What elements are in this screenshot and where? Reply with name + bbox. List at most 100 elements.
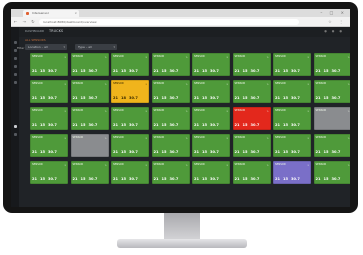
sidebar-grid-icon[interactable]: [13, 125, 17, 128]
sensor-card[interactable]: SENSOR ⌁ 21 15 30.7: [30, 80, 68, 103]
sensor-value-2: 15: [161, 69, 167, 73]
signal-icon: ⌁: [104, 109, 107, 113]
sensor-value-3: 30.7: [331, 69, 341, 73]
sensor-card[interactable]: SENSOR ⌁ 21 15 30.7: [30, 134, 68, 157]
sensor-card[interactable]: SENSOR ⌁ 21 15 30.7: [232, 134, 271, 157]
sensor-card[interactable]: SENSOR ⌁ 21 15 30.7: [273, 107, 311, 130]
sensor-card[interactable]: SENSOR ⌁ 21 15 30.7: [192, 134, 230, 157]
sensor-value-1: 21: [275, 123, 281, 127]
sensor-card[interactable]: SENSOR ⌁ 21 15 30.7: [192, 53, 230, 76]
sidebar-home-icon[interactable]: [13, 41, 17, 44]
filter-label: Filter: [17, 46, 25, 50]
sensor-card[interactable]: SENSOR ⌁ 21 15 30.7: [111, 53, 149, 76]
sensor-value-3: 30.7: [48, 96, 57, 100]
sensor-value-2: 15: [202, 96, 208, 100]
sensor-card[interactable]: SENSOR ⌁ 21 15 30.7: [192, 161, 230, 184]
sensor-value-2: 15: [161, 123, 167, 127]
sensor-card[interactable]: SENSOR ⌁ 21 15 30.7: [151, 107, 190, 130]
sensor-card[interactable]: SENSOR ⌁ 21 15 30.7: [151, 80, 190, 103]
sensor-card[interactable]: SENSOR ⌁ 21 15 30.7: [313, 161, 350, 184]
sensor-value-3: 30.7: [48, 123, 57, 127]
sensor-value-1: 21: [275, 150, 281, 154]
sensor-card[interactable]: SENSOR ⌁ 21 15 30.7: [232, 107, 271, 130]
type-filter-dropdown[interactable]: Type – all ▾: [75, 44, 117, 50]
sensor-values: 21 15 30.7: [154, 96, 182, 100]
sensor-name: SENSOR: [275, 136, 286, 139]
signal-icon: ⌁: [145, 109, 147, 113]
sensor-values: 21 15 30.7: [154, 123, 182, 127]
sensor-card[interactable]: SENSOR ⌁ 21 15 30.7: [111, 161, 149, 184]
sensor-value-1: 21: [275, 96, 281, 100]
sensor-values: 21 15 30.7: [235, 150, 263, 154]
sensor-name: SENSOR: [113, 163, 124, 166]
sensor-name: SENSOR: [315, 136, 327, 139]
nav-buttons[interactable]: ← → ↻: [14, 19, 37, 24]
sensor-value-3: 30.7: [88, 123, 98, 127]
sensor-card[interactable]: SENSOR ⌁ 21 15 30.7: [273, 53, 311, 76]
toolbar-icons[interactable]: ☆ ⋮: [328, 19, 346, 24]
sensor-value-2: 15: [323, 150, 329, 154]
sensor-card[interactable]: SENSOR ⌁ 21 15 30.7: [30, 53, 68, 76]
sensor-value-3: 30.7: [88, 96, 98, 100]
sensor-card[interactable]: SENSOR ⌁ 21 15 30.7: [70, 80, 109, 103]
sensor-name: SENSOR: [32, 55, 43, 58]
sensor-name: SENSOR: [32, 109, 43, 112]
browser-toolbar: ← → ↻ localhost:8080/dashboard/overview …: [11, 17, 350, 27]
sensor-name: SENSOR: [153, 136, 165, 139]
sidebar-gear-icon[interactable]: [13, 133, 17, 136]
sensor-card[interactable]: SENSOR ⌁ 21 15 30.7: [192, 107, 230, 130]
sensor-card[interactable]: SENSOR ⌁ 21 15 30.7: [273, 134, 311, 157]
sensor-value-2: 15: [202, 150, 208, 154]
sensor-value-2: 15: [283, 96, 289, 100]
sensor-card[interactable]: SENSOR ⌁ 21 15 30.7: [70, 53, 109, 76]
sensor-value-2: 15: [40, 123, 46, 127]
sidebar-chart-icon[interactable]: [13, 57, 17, 60]
window-controls[interactable]: – □ ×: [320, 10, 347, 15]
sensor-card[interactable]: SENSOR ⌁ 21 15 30.7: [30, 107, 68, 130]
sensor-card[interactable]: SENSOR ⌁ 21 15 30.7: [111, 134, 149, 157]
sensor-card[interactable]: SENSOR ⌁ 21 15 30.7: [70, 107, 109, 130]
sensor-value-3: 30.7: [129, 150, 138, 154]
sensor-card[interactable]: SENSOR ⌁ 21 15 30.7: [111, 107, 149, 130]
close-tab-icon[interactable]: ×: [74, 10, 77, 17]
sensor-card[interactable]: SENSOR ⌁ 21 15 30.7: [151, 134, 190, 157]
sensor-value-2: 15: [283, 69, 289, 73]
sensor-name: SENSOR: [153, 82, 165, 85]
signal-icon: ⌁: [226, 163, 228, 167]
sensor-value-2: 15: [323, 96, 329, 100]
sensor-card[interactable]: SENSOR ⌁ 21 15 30.7: [30, 161, 68, 184]
sensor-card[interactable]: SENSOR ⌁ 21 15 30.7: [273, 80, 311, 103]
sensor-name: SENSOR: [32, 136, 43, 139]
signal-icon: ⌁: [104, 163, 107, 167]
sensor-card[interactable]: SENSOR ⌁ 21 15 30.7: [313, 53, 350, 76]
sensor-card[interactable]: SENSOR ⌁ 21 15 30.7: [232, 53, 271, 76]
sidebar-map-icon[interactable]: [13, 65, 17, 68]
sensor-card[interactable]: SENSOR ⌁ 21 15 30.7: [232, 161, 271, 184]
signal-icon: ⌁: [266, 82, 269, 86]
sidebar-bell-icon[interactable]: [13, 73, 17, 76]
sensor-values: 21 15 30.7: [32, 96, 60, 100]
sensor-value-2: 15: [242, 96, 248, 100]
header-icons[interactable]: ● ● ●: [324, 29, 344, 33]
sensor-card[interactable]: SENSOR ⌁ 21 15 30.7: [313, 134, 350, 157]
address-bar[interactable]: localhost:8080/dashboard/overview: [39, 18, 299, 25]
sensor-name: SENSOR: [315, 82, 327, 85]
sensor-card[interactable]: SENSOR ⌁ 21 15 30.7: [232, 80, 271, 103]
sensor-name: SENSOR: [113, 55, 124, 58]
sensor-card[interactable]: SENSOR ⌁ 21 15 30.7: [70, 161, 109, 184]
sensor-card[interactable]: SENSOR ⌁: [70, 134, 109, 157]
sensor-value-3: 30.7: [129, 177, 138, 181]
sensor-card[interactable]: SENSOR ⌁ 21 15 30.7: [192, 80, 230, 103]
sensor-card[interactable]: SENSOR ⌁ 21 15 30.7: [313, 80, 350, 103]
sidebar-user-icon[interactable]: [13, 81, 17, 84]
browser-tab[interactable]: Intersensor ×: [23, 10, 79, 17]
sensor-values: 21 15 30.7: [73, 69, 101, 73]
sensor-card[interactable]: SENSOR ⌁ 21 18 30.7: [111, 80, 149, 103]
sensor-card[interactable]: SENSOR ⌁ 21 15 30.7: [151, 161, 190, 184]
location-filter-dropdown[interactable]: Location – all ▾: [25, 44, 67, 50]
sensor-value-1: 21: [315, 96, 321, 100]
sensor-card[interactable]: SENSOR ⌁: [313, 107, 350, 130]
signal-icon: ⌁: [104, 136, 107, 140]
sensor-card[interactable]: SENSOR ⌁ 21 15 30.7: [151, 53, 190, 76]
sensor-card[interactable]: SENSOR ⌁ 21 15 30.7: [273, 161, 311, 184]
